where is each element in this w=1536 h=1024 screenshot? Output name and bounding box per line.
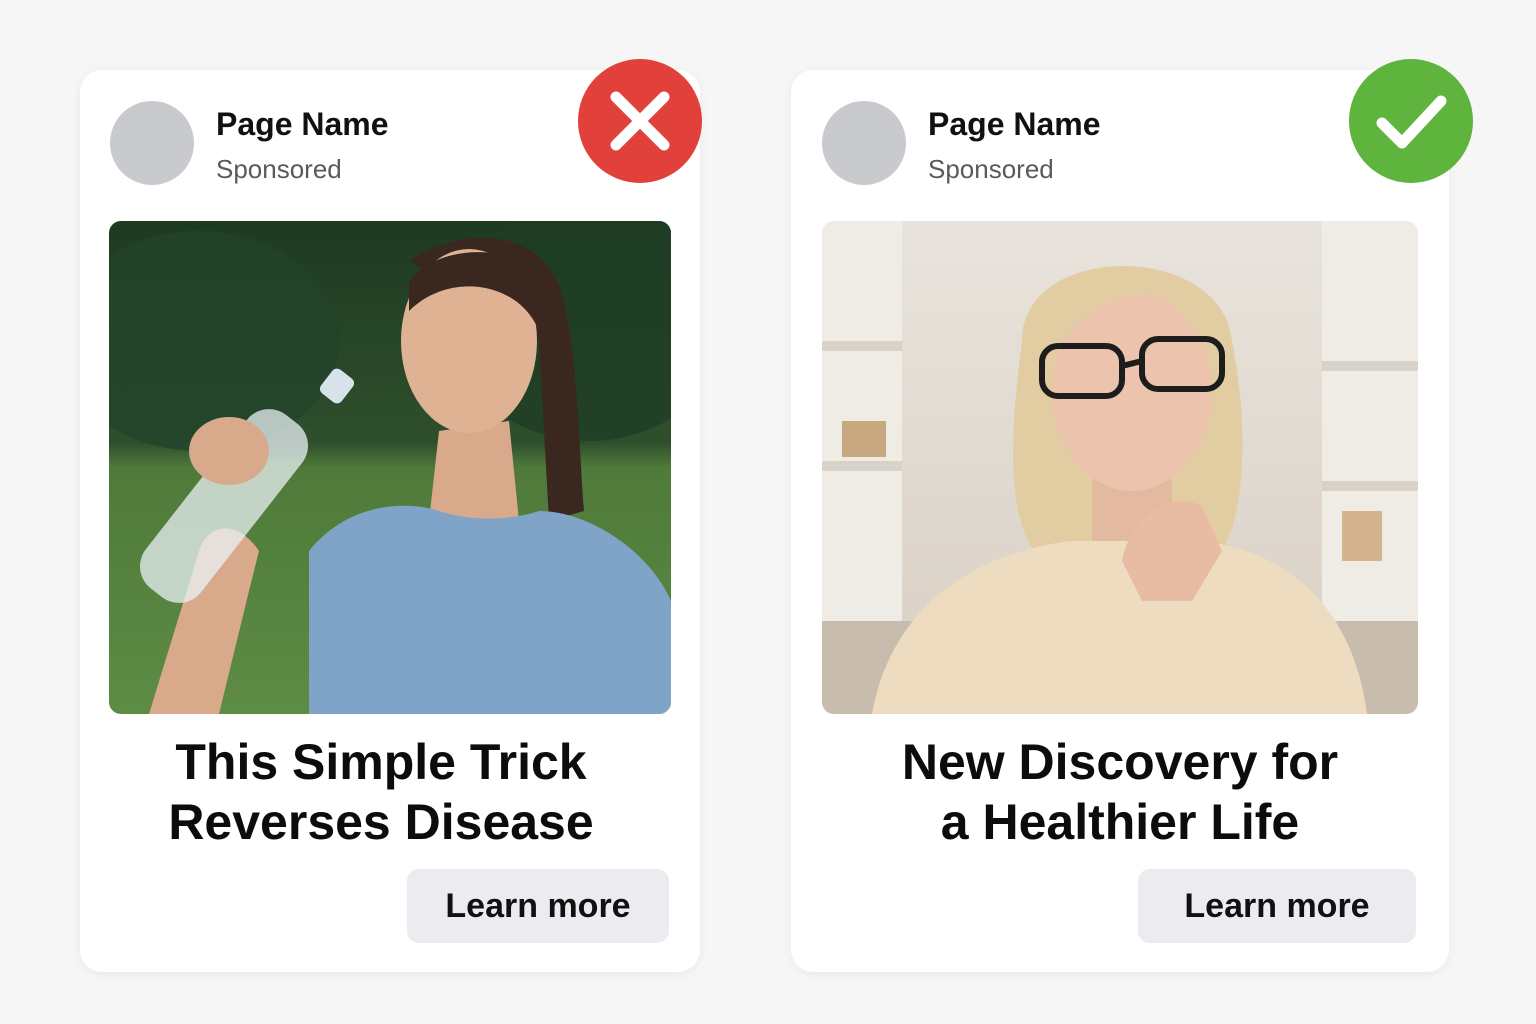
ad-headline[interactable]: New Discovery for a Healthier Life xyxy=(811,732,1429,852)
learn-more-button[interactable]: Learn more xyxy=(407,869,669,943)
ad-card-bad: Page Name Sponsored This Simple Trick Re… xyxy=(80,70,700,972)
ad-image-thoughtful-woman[interactable] xyxy=(822,221,1418,714)
headline-line-2: Reverses Disease xyxy=(168,794,594,850)
headline-line-2: a Healthier Life xyxy=(940,794,1300,850)
ad-headline[interactable]: This Simple Trick Reverses Disease xyxy=(100,732,662,852)
check-icon xyxy=(1349,59,1473,183)
page-avatar[interactable] xyxy=(110,101,194,185)
page-name[interactable]: Page Name xyxy=(216,106,389,143)
headline-line-1: This Simple Trick xyxy=(175,734,587,790)
ad-image-woman-drinking-water[interactable] xyxy=(109,221,671,714)
page-avatar[interactable] xyxy=(822,101,906,185)
page-name[interactable]: Page Name xyxy=(928,106,1101,143)
sponsored-label: Sponsored xyxy=(216,154,342,184)
ad-card-good: Page Name Sponsored New Discovery for a … xyxy=(791,70,1449,972)
headline-line-1: New Discovery for xyxy=(901,734,1339,790)
learn-more-button[interactable]: Learn more xyxy=(1138,869,1416,943)
sponsored-label: Sponsored xyxy=(928,154,1054,184)
x-icon xyxy=(578,59,702,183)
